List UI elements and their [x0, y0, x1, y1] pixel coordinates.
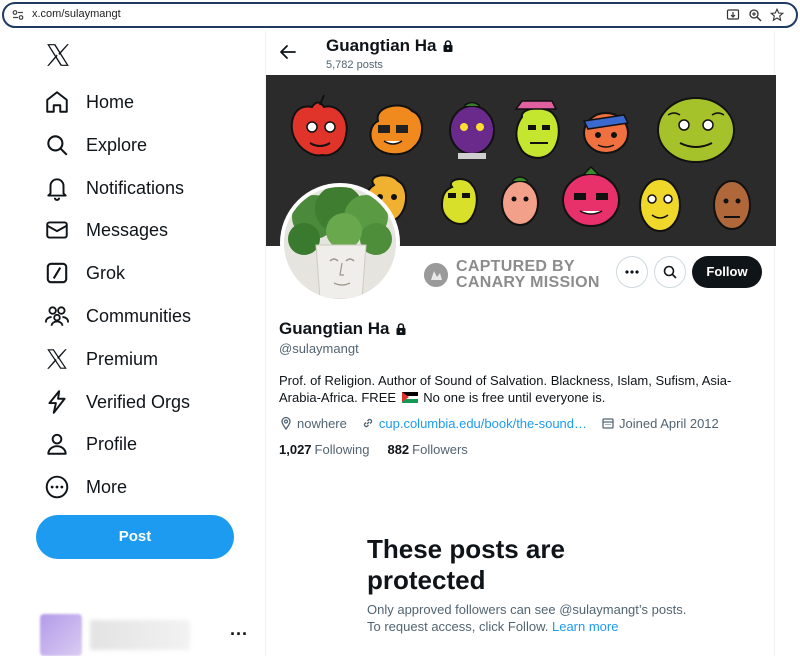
- people-icon: [45, 306, 69, 326]
- sidebar-item-label: Verified Orgs: [86, 391, 191, 412]
- profile-bio: Prof. of Religion. Author of Sound of Sa…: [279, 372, 759, 406]
- x-logo-icon: [47, 349, 67, 369]
- account-more-icon[interactable]: ···: [230, 624, 248, 645]
- site-settings-icon[interactable]: [12, 9, 24, 21]
- link-icon: [363, 418, 373, 428]
- palestine-flag-icon: [401, 392, 418, 403]
- website-link[interactable]: cup.columbia.edu/book/the-sound…: [379, 416, 587, 431]
- person-icon: [47, 433, 67, 455]
- sidebar-item-label: Notifications: [86, 177, 185, 198]
- banner-fruit-face: [514, 100, 560, 159]
- account-switcher[interactable]: ···: [40, 614, 248, 656]
- sidebar-item-notifications[interactable]: Notifications: [44, 168, 184, 208]
- follow-stats: 1,027 Following 882 Followers: [279, 442, 468, 457]
- location-text: nowhere: [297, 415, 347, 431]
- following-link[interactable]: 1,027 Following: [279, 442, 369, 457]
- banner-fruit-face: [369, 104, 423, 156]
- posts-count: 5,782 posts: [326, 59, 383, 71]
- watermark-line2: CANARY MISSION: [456, 274, 600, 291]
- banner-fruit-face: [657, 97, 735, 163]
- search-profile-button[interactable]: [654, 256, 686, 288]
- install-app-icon[interactable]: [726, 8, 740, 22]
- sidebar-item-grok[interactable]: Grok: [44, 253, 125, 293]
- following-label: Following: [314, 442, 370, 457]
- lock-icon: [396, 323, 406, 335]
- address-bar[interactable]: x.com/sulaymangt: [2, 2, 798, 28]
- learn-more-link[interactable]: Learn more: [552, 619, 618, 634]
- sidebar-item-communities[interactable]: Communities: [44, 296, 191, 336]
- zoom-icon[interactable]: [748, 8, 762, 22]
- banner-fruit-face: [582, 112, 630, 154]
- sidebar-item-label: Premium: [86, 348, 159, 369]
- bell-icon: [47, 178, 67, 201]
- sidebar-item-explore[interactable]: Explore: [44, 125, 147, 165]
- sidebar-item-verified-orgs[interactable]: Verified Orgs: [44, 382, 190, 422]
- sidebar-item-label: Profile: [86, 433, 138, 454]
- bookmark-star-icon[interactable]: [770, 8, 784, 22]
- profile-meta: nowhere cup.columbia.edu/book/the-sound……: [279, 414, 719, 432]
- envelope-icon: [46, 221, 68, 239]
- lightning-icon: [48, 390, 66, 414]
- sidebar-item-label: Home: [86, 91, 135, 112]
- protected-text: Only approved followers can see @sulayma…: [367, 602, 687, 634]
- x-logo-icon[interactable]: [45, 42, 71, 68]
- bio-text-end: No one is free until everyone is.: [423, 390, 606, 405]
- sidebar-item-messages[interactable]: Messages: [44, 210, 168, 250]
- profile-avatar[interactable]: [280, 183, 400, 303]
- captured-watermark: CAPTURED BY CANARY MISSION: [424, 258, 600, 292]
- sidebar-item-premium[interactable]: Premium: [44, 339, 158, 379]
- joined-date: Joined April 2012: [619, 415, 719, 431]
- avatar: [40, 614, 82, 656]
- sidebar-item-home[interactable]: Home: [44, 82, 134, 122]
- home-icon: [46, 91, 68, 113]
- page-title: Guangtian Ha: [326, 36, 455, 56]
- sidebar-item-more[interactable]: More: [44, 467, 127, 507]
- more-options-button[interactable]: [616, 256, 648, 288]
- watermark-line1: CAPTURED BY: [456, 258, 575, 275]
- sidebar-item-label: Grok: [86, 262, 126, 283]
- grok-icon: [46, 262, 68, 284]
- profile-handle: @sulaymangt: [279, 341, 359, 356]
- sidebar-item-label: More: [86, 476, 128, 497]
- search-icon: [663, 265, 677, 279]
- header-name: Guangtian Ha: [326, 36, 437, 55]
- sidebar-item-profile[interactable]: Profile: [44, 424, 137, 464]
- browser-toolbar: x.com/sulaymangt: [0, 0, 800, 30]
- calendar-icon: [602, 418, 614, 429]
- post-button[interactable]: Post: [36, 515, 234, 559]
- profile-column: Guangtian Ha 5,782 posts CAPTURED BY CAN…: [265, 30, 776, 656]
- sidebar: Home Explore Notifications Messages Grok…: [0, 30, 265, 656]
- back-arrow-icon[interactable]: [278, 42, 298, 62]
- banner-fruit-face: [713, 180, 751, 230]
- sidebar-item-label: Messages: [86, 219, 169, 240]
- profile-name: Guangtian Ha: [279, 319, 408, 339]
- protected-title: These posts are protected: [367, 534, 565, 595]
- followers-label: Followers: [412, 442, 468, 457]
- more-circle-icon: [45, 475, 69, 499]
- more-horizontal-icon: [625, 270, 639, 274]
- captured-text: CAPTURED BY CANARY MISSION: [456, 259, 600, 291]
- followers-link[interactable]: 882 Followers: [387, 442, 467, 457]
- followers-count: 882: [387, 442, 410, 457]
- location-pin-icon: [281, 416, 291, 430]
- lock-icon: [443, 40, 453, 52]
- follow-button[interactable]: Follow: [692, 256, 762, 288]
- following-count: 1,027: [279, 442, 312, 457]
- search-icon: [47, 135, 68, 156]
- profile-name-text: Guangtian Ha: [279, 319, 390, 338]
- sidebar-item-label: Explore: [86, 134, 148, 155]
- account-name-blurred: [90, 620, 190, 650]
- canary-mission-logo-icon: [424, 263, 448, 287]
- banner-fruit-face: [639, 178, 681, 232]
- protected-message: Only approved followers can see @sulayma…: [367, 601, 687, 635]
- url-text[interactable]: x.com/sulaymangt: [32, 8, 121, 20]
- sidebar-item-label: Communities: [86, 305, 192, 326]
